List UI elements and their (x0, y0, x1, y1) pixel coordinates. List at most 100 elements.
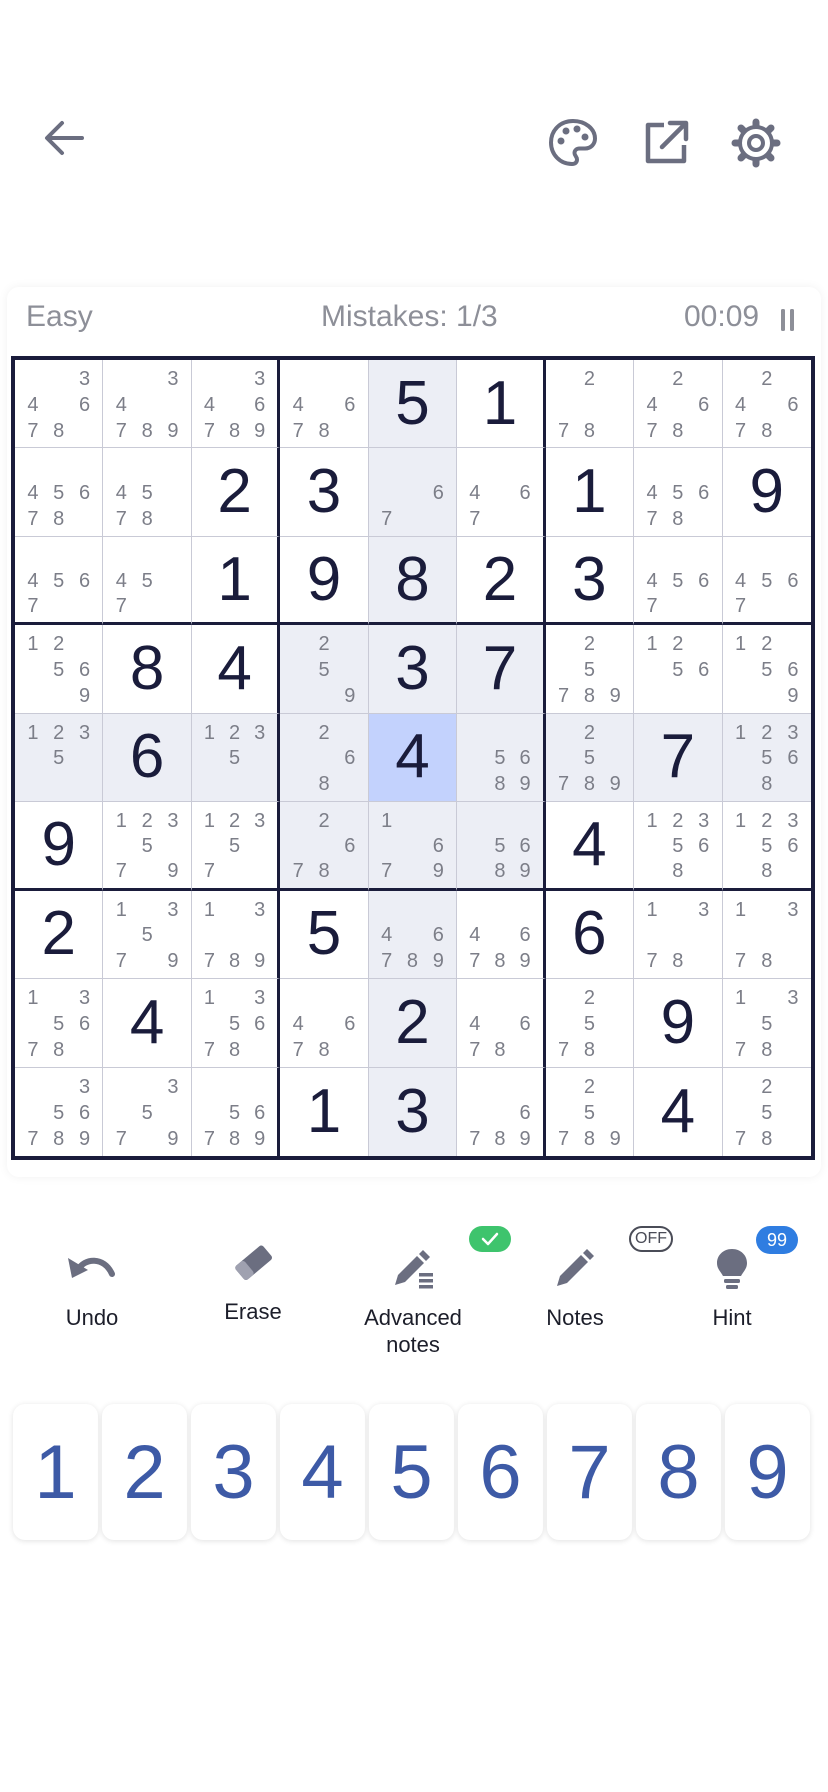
cell-r5-c7[interactable]: 2 5789 (545, 713, 635, 803)
cell-r8-c9[interactable]: 1 3578 (722, 979, 811, 1068)
cell-r1-c4[interactable]: 4 6 78 (280, 360, 369, 449)
cell-r5-c9[interactable]: 123568 (722, 713, 811, 803)
share-button[interactable] (636, 113, 696, 173)
cell-r3-c1[interactable]: 456 7 (15, 536, 104, 626)
number-key-7[interactable]: 7 (547, 1404, 632, 1540)
cell-r7-c8[interactable]: 1 3 78 (634, 890, 723, 980)
cell-r1-c8[interactable]: 24 6 78 (634, 360, 723, 449)
number-key-1[interactable]: 1 (13, 1404, 98, 1540)
cell-r2-c9[interactable]: 9 (722, 448, 811, 537)
cell-r3-c7[interactable]: 3 (545, 536, 635, 626)
cell-r8-c4[interactable]: 4 6 78 (280, 979, 369, 1068)
cell-r6-c7[interactable]: 4 (545, 802, 635, 891)
number-key-4[interactable]: 4 (280, 1404, 365, 1540)
cell-r6-c4[interactable]: 26 78 (280, 802, 369, 891)
cell-r6-c1[interactable]: 9 (15, 802, 104, 891)
cell-r4-c3[interactable]: 4 (191, 625, 281, 714)
cell-r4-c4[interactable]: 2 59 (280, 625, 369, 714)
cell-r9-c3[interactable]: 56 789 (191, 1067, 281, 1156)
cell-r5-c1[interactable]: 1235 (15, 713, 104, 803)
undo-button[interactable]: Undo (22, 1238, 162, 1331)
cell-r7-c1[interactable]: 2 (15, 890, 104, 980)
number-key-2[interactable]: 2 (102, 1404, 187, 1540)
cell-r7-c7[interactable]: 6 (545, 890, 635, 980)
hint-button[interactable]: 99 Hint (662, 1226, 802, 1331)
cell-r4-c6[interactable]: 7 (457, 625, 546, 714)
cell-r4-c2[interactable]: 8 (103, 625, 192, 714)
number-key-3[interactable]: 3 (191, 1404, 276, 1540)
cell-r3-c2[interactable]: 457 (103, 536, 192, 626)
cell-r7-c4[interactable]: 5 (280, 890, 369, 980)
number-key-6[interactable]: 6 (458, 1404, 543, 1540)
cell-r3-c4[interactable]: 9 (280, 536, 369, 626)
cell-r4-c9[interactable]: 12 569 (722, 625, 811, 714)
cell-r6-c2[interactable]: 12357 9 (103, 802, 192, 891)
cell-r4-c5[interactable]: 3 (368, 625, 458, 714)
cell-r4-c8[interactable]: 12 56 (634, 625, 723, 714)
cell-r3-c9[interactable]: 456 7 (722, 536, 811, 626)
number-key-9[interactable]: 9 (725, 1404, 810, 1540)
cell-r9-c9[interactable]: 2 578 (722, 1067, 811, 1156)
cell-r5-c2[interactable]: 6 (103, 713, 192, 803)
cell-r8-c5[interactable]: 2 (368, 979, 458, 1068)
cell-r4-c7[interactable]: 2 5789 (545, 625, 635, 714)
cell-r7-c9[interactable]: 1 3 78 (722, 890, 811, 980)
number-key-8[interactable]: 8 (636, 1404, 721, 1540)
cell-r7-c6[interactable]: 4 6 789 (457, 890, 546, 980)
cell-r7-c3[interactable]: 1 3 789 (191, 890, 281, 980)
cell-r1-c2[interactable]: 3 4 789 (103, 360, 192, 449)
cell-r4-c1[interactable]: 12 569 (15, 625, 104, 714)
cell-r8-c6[interactable]: 4 6 78 (457, 979, 546, 1068)
cell-r5-c5[interactable]: 4 (368, 713, 458, 803)
cell-r8-c3[interactable]: 1 356 78 (191, 979, 281, 1068)
cell-r5-c3[interactable]: 1235 (191, 713, 281, 803)
notes-button[interactable]: OFF Notes (505, 1226, 673, 1331)
cell-r1-c6[interactable]: 1 (457, 360, 546, 449)
cell-r9-c6[interactable]: 6 789 (457, 1067, 546, 1156)
cell-r2-c3[interactable]: 2 (191, 448, 281, 537)
cell-r5-c8[interactable]: 7 (634, 713, 723, 803)
cell-r1-c1[interactable]: 3 4 6 78 (15, 360, 104, 449)
cell-r9-c7[interactable]: 2 5789 (545, 1067, 635, 1156)
cell-r5-c6[interactable]: 5689 (457, 713, 546, 803)
cell-r7-c5[interactable]: 4 6 789 (368, 890, 458, 980)
cell-r3-c3[interactable]: 1 (191, 536, 281, 626)
cell-r3-c5[interactable]: 8 (368, 536, 458, 626)
cell-r2-c4[interactable]: 3 (280, 448, 369, 537)
cell-r9-c1[interactable]: 356 789 (15, 1067, 104, 1156)
cell-r2-c2[interactable]: 4578 (103, 448, 192, 537)
cell-r2-c8[interactable]: 456 78 (634, 448, 723, 537)
cell-r5-c4[interactable]: 268 (280, 713, 369, 803)
erase-button[interactable]: Erase (183, 1232, 323, 1325)
cell-r1-c7[interactable]: 2 78 (545, 360, 635, 449)
cell-r3-c8[interactable]: 456 7 (634, 536, 723, 626)
back-button[interactable] (34, 108, 94, 168)
cell-r8-c1[interactable]: 1 356 78 (15, 979, 104, 1068)
cell-r2-c6[interactable]: 4 6 7 (457, 448, 546, 537)
cell-r9-c8[interactable]: 4 (634, 1067, 723, 1156)
cell-r6-c9[interactable]: 123568 (722, 802, 811, 891)
cell-r7-c2[interactable]: 1 357 9 (103, 890, 192, 980)
cell-r2-c5[interactable]: 67 (368, 448, 458, 537)
cell-r6-c8[interactable]: 123568 (634, 802, 723, 891)
cell-r9-c5[interactable]: 3 (368, 1067, 458, 1156)
cell-r9-c4[interactable]: 1 (280, 1067, 369, 1156)
cell-r3-c6[interactable]: 2 (457, 536, 546, 626)
cell-r8-c8[interactable]: 9 (634, 979, 723, 1068)
number-key-5[interactable]: 5 (369, 1404, 454, 1540)
cell-r2-c7[interactable]: 1 (545, 448, 635, 537)
cell-r8-c7[interactable]: 2578 (545, 979, 635, 1068)
advanced-notes-button[interactable]: Advanced notes (343, 1226, 511, 1358)
cell-r6-c6[interactable]: 5689 (457, 802, 546, 891)
cell-r1-c9[interactable]: 24 6 78 (722, 360, 811, 449)
settings-button[interactable] (726, 113, 786, 173)
cell-r6-c5[interactable]: 1679 (368, 802, 458, 891)
theme-button[interactable] (543, 113, 603, 173)
cell-r9-c2[interactable]: 357 9 (103, 1067, 192, 1156)
cell-r1-c5[interactable]: 5 (368, 360, 458, 449)
pause-button[interactable] (780, 308, 796, 332)
cell-r2-c1[interactable]: 456 78 (15, 448, 104, 537)
cell-r6-c3[interactable]: 12357 (191, 802, 281, 891)
cell-r1-c3[interactable]: 3 4 6 789 (191, 360, 281, 449)
cell-r8-c2[interactable]: 4 (103, 979, 192, 1068)
